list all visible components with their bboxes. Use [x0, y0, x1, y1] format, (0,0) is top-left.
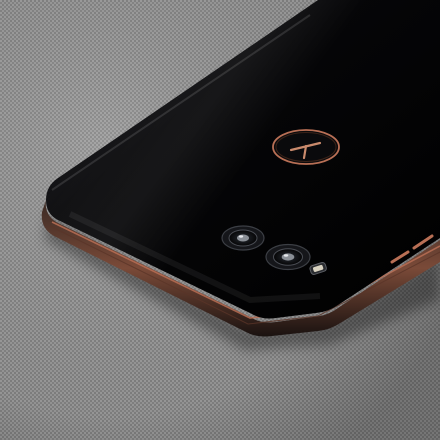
phone-photo-svg	[0, 0, 440, 440]
camera-lens-right	[265, 243, 311, 271]
product-photo	[0, 0, 440, 440]
brand-logo	[272, 129, 340, 165]
camera-lens-left	[221, 225, 265, 251]
